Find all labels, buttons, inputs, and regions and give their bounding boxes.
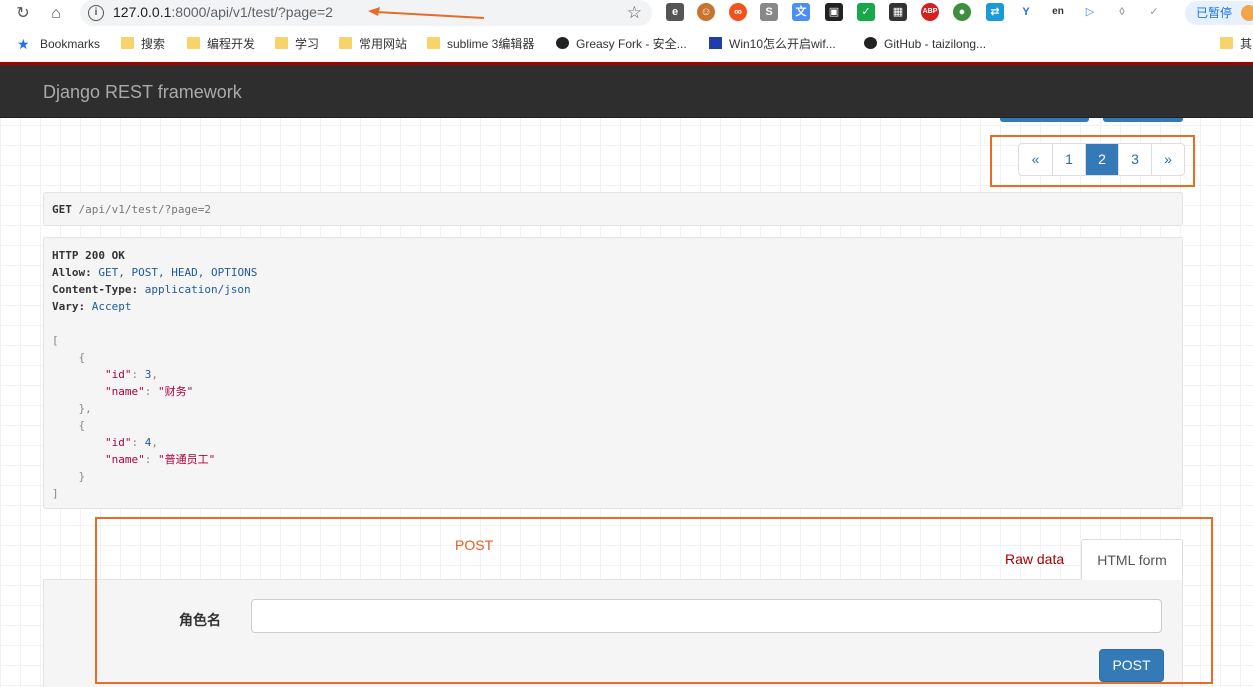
annotation-arrow-icon xyxy=(368,7,485,19)
site-icon xyxy=(709,37,722,49)
bookmark-item[interactable]: ★ Bookmarks xyxy=(17,36,100,52)
response-header: Vary: Accept xyxy=(52,300,132,313)
bookmark-label: 搜索 xyxy=(141,37,166,51)
bookmark-label: 其 xyxy=(1240,37,1253,51)
request-path: /api/v1/test/?page=2 xyxy=(78,203,211,216)
bookmark-item[interactable]: sublime 3编辑器 xyxy=(427,36,534,52)
bookmark-item[interactable]: 学习 xyxy=(275,36,319,52)
bookmark-star-icon[interactable]: ☆ xyxy=(627,3,642,23)
response-header: Allow: GET, POST, HEAD, OPTIONS xyxy=(52,266,258,279)
response-header: Content-Type: application/json xyxy=(52,283,251,296)
page: Django REST framework Test « 1 2 3 » GET… xyxy=(0,65,1253,687)
profile-paused-button[interactable]: 已暂停 xyxy=(1185,1,1253,25)
json-line: "id": 3, xyxy=(104,368,158,381)
tab-html-form[interactable]: HTML form xyxy=(1081,539,1183,580)
annotation-box-form xyxy=(95,517,1213,684)
bookmark-item[interactable]: 其 xyxy=(1220,36,1252,52)
folder-icon xyxy=(275,37,288,49)
extension-e-icon[interactable]: e xyxy=(666,3,684,21)
folder-icon xyxy=(121,37,134,49)
bookmark-label: Greasy Fork - 安全... xyxy=(576,37,687,51)
request-method: GET xyxy=(52,203,72,216)
folder-icon xyxy=(427,37,440,49)
extension-qr-icon[interactable]: ▦ xyxy=(889,3,907,21)
folder-icon xyxy=(1220,37,1233,49)
info-icon[interactable]: i xyxy=(88,5,104,21)
bookmark-item[interactable]: 搜索 xyxy=(121,36,165,52)
extension-check-icon[interactable]: ✓ xyxy=(1145,3,1163,21)
extension-en-icon[interactable]: en xyxy=(1049,3,1067,21)
bookmark-item[interactable]: Greasy Fork - 安全... xyxy=(556,36,687,52)
bookmark-item[interactable]: GitHub - taizilong... xyxy=(864,36,986,52)
response-status: HTTP 200 OK xyxy=(52,249,125,262)
bookmark-label: 学习 xyxy=(295,37,320,51)
extension-globe-icon[interactable]: ● xyxy=(953,3,971,21)
extension-cup-icon[interactable]: ◊ xyxy=(1113,3,1131,21)
json-line: "name": "普通员工" xyxy=(104,453,216,466)
navbar: Django REST framework xyxy=(0,65,1253,118)
bookmark-item[interactable]: Win10怎么开启wif... xyxy=(709,36,836,52)
response-info: HTTP 200 OK Allow: GET, POST, HEAD, OPTI… xyxy=(43,237,1183,509)
bookmark-label: GitHub - taizilong... xyxy=(884,37,987,51)
bookmark-label: sublime 3编辑器 xyxy=(447,37,535,51)
extension-swap-icon[interactable]: ⇄ xyxy=(986,3,1004,21)
star-icon: ★ xyxy=(17,36,30,52)
extension-monkey-icon[interactable]: ☺ xyxy=(697,3,715,21)
reload-icon[interactable]: ↻ xyxy=(13,4,33,24)
paused-label: 已暂停 xyxy=(1196,6,1233,20)
bookmark-label: Bookmarks xyxy=(40,37,101,51)
extension-infinity-icon[interactable]: ∞ xyxy=(729,3,747,21)
url-host: 127.0.0.1 xyxy=(113,4,172,20)
extension-abp-icon[interactable]: ABP xyxy=(921,3,939,21)
greasyfork-icon xyxy=(556,37,569,49)
browser-toolbar: ↻ ⌂ i 127.0.0.1:8000/api/v1/test/?page=2… xyxy=(0,0,1253,28)
address-bar[interactable]: i 127.0.0.1:8000/api/v1/test/?page=2 ☆ xyxy=(80,0,652,26)
extension-translate-icon[interactable]: 文 xyxy=(792,3,810,21)
json-line: "id": 4, xyxy=(104,436,158,449)
folder-icon xyxy=(187,37,200,49)
extension-s-icon[interactable]: S xyxy=(760,3,778,21)
url-rest: :8000/api/v1/test/?page=2 xyxy=(171,4,333,20)
extension-y-icon[interactable]: Y xyxy=(1017,3,1035,21)
bookmark-label: 常用网站 xyxy=(359,37,408,51)
extension-play-icon[interactable]: ▷ xyxy=(1081,3,1099,21)
extension-shield-icon[interactable]: ✓ xyxy=(857,3,875,21)
request-info: GET /api/v1/test/?page=2 xyxy=(43,192,1183,226)
github-icon xyxy=(864,37,877,49)
bookmark-label: Win10怎么开启wif... xyxy=(729,37,836,51)
folder-icon xyxy=(339,37,352,49)
avatar xyxy=(1241,5,1253,21)
json-line: "name": "财务" xyxy=(104,385,194,398)
home-icon[interactable]: ⌂ xyxy=(46,4,66,24)
annotation-box-pagination xyxy=(990,135,1195,187)
navbar-brand[interactable]: Django REST framework xyxy=(43,82,242,103)
bookmark-item[interactable]: 常用网站 xyxy=(339,36,407,52)
url-text[interactable]: 127.0.0.1:8000/api/v1/test/?page=2 xyxy=(113,4,333,20)
bookmark-item[interactable]: 编程开发 xyxy=(187,36,255,52)
bookmark-label: 编程开发 xyxy=(207,37,256,51)
bookmarks-bar: ★ Bookmarks 搜索 编程开发 学习 常用网站 sublime 3编辑器 … xyxy=(0,30,1253,58)
extension-dark-icon[interactable]: ▣ xyxy=(825,3,843,21)
